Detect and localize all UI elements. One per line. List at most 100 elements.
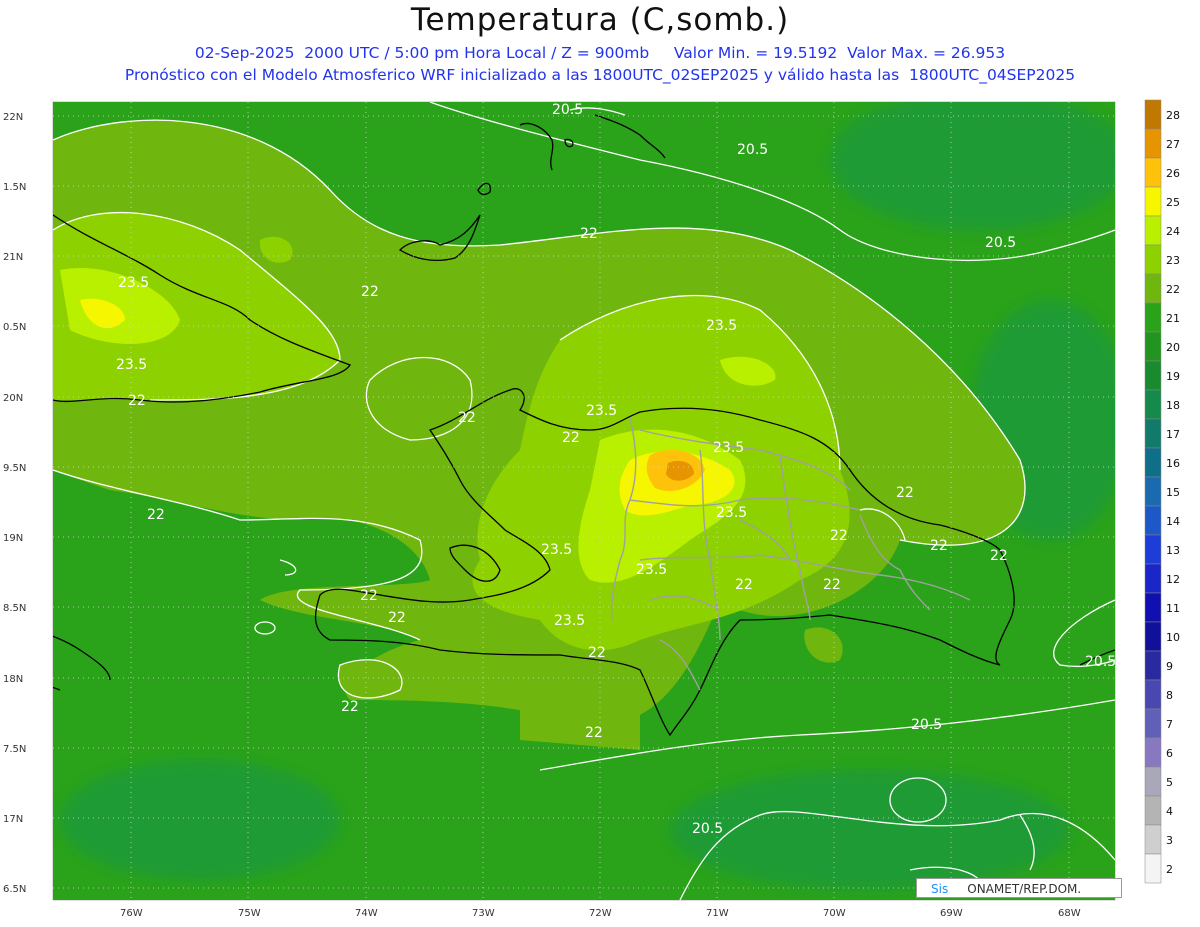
contour-label: 23.5	[554, 613, 585, 629]
colorbar-label: 3	[1166, 834, 1173, 847]
contour-label: 23.5	[118, 275, 149, 291]
lat-tick-label: 7.5N	[3, 744, 26, 755]
colorbar-label: 10	[1166, 631, 1180, 644]
contour-label: 22	[562, 430, 580, 446]
contour-label: 22	[128, 393, 146, 409]
colorbar-swatch	[1144, 99, 1162, 130]
colorbar-label: 11	[1166, 602, 1180, 615]
colorbar-swatch	[1144, 621, 1162, 652]
colorbar-label: 24	[1166, 225, 1180, 238]
lat-tick-label: 0.5N	[3, 322, 26, 333]
contour-label: 20.5	[692, 821, 723, 837]
colorbar-swatch	[1144, 389, 1162, 420]
lat-tick-label: 18N	[3, 674, 23, 685]
lat-tick-label: 8.5N	[3, 603, 26, 614]
contour-label: 20.5	[911, 717, 942, 733]
colorbar-swatch	[1144, 186, 1162, 217]
colorbar-label: 7	[1166, 718, 1173, 731]
colorbar-swatch	[1144, 128, 1162, 159]
colorbar-swatch	[1144, 679, 1162, 710]
colorbar-swatch	[1144, 418, 1162, 449]
colorbar-label: 19	[1166, 370, 1180, 383]
contour-label: 23.5	[716, 505, 747, 521]
colorbar: 2827262524232221201918171615141312111098…	[1144, 99, 1180, 884]
colorbar-swatch	[1144, 157, 1162, 188]
colorbar-swatch	[1144, 244, 1162, 275]
contour-label: 22	[458, 410, 476, 426]
contour-label: 22	[147, 507, 165, 523]
colorbar-swatch	[1144, 331, 1162, 362]
colorbar-label: 23	[1166, 254, 1180, 267]
lat-tick-label: 20N	[3, 393, 23, 404]
colorbar-label: 22	[1166, 283, 1180, 296]
contour-label: 22	[360, 588, 378, 604]
colorbar-label: 9	[1166, 660, 1173, 673]
lat-tick-label: 19N	[3, 533, 23, 544]
colorbar-swatch	[1144, 795, 1162, 826]
colorbar-label: 25	[1166, 196, 1180, 209]
contour-label: 22	[585, 725, 603, 741]
credit-label: Sis ONAMET/REP.DOM.	[916, 878, 1122, 898]
colorbar-label: 14	[1166, 515, 1180, 528]
contour-label: 20.5	[737, 142, 768, 158]
colorbar-label: 15	[1166, 486, 1180, 499]
colorbar-swatch	[1144, 302, 1162, 333]
contour-label: 23.5	[636, 562, 667, 578]
colorbar-label: 13	[1166, 544, 1180, 557]
colorbar-swatch	[1144, 447, 1162, 478]
contour-label: 22	[896, 485, 914, 501]
colorbar-swatch	[1144, 563, 1162, 594]
colorbar-label: 6	[1166, 747, 1173, 760]
colorbar-swatch	[1144, 650, 1162, 681]
lon-tick-label: 68W	[1058, 908, 1081, 919]
colorbar-swatch	[1144, 215, 1162, 246]
contour-label: 20.5	[1085, 654, 1116, 670]
contour-label: 22	[388, 610, 406, 626]
colorbar-label: 17	[1166, 428, 1180, 441]
colorbar-label: 8	[1166, 689, 1173, 702]
colorbar-swatch	[1144, 824, 1162, 855]
colorbar-swatch	[1144, 360, 1162, 391]
contour-label: 20.5	[985, 235, 1016, 251]
contour-label: 22	[588, 645, 606, 661]
lon-tick-label: 75W	[238, 908, 261, 919]
lon-tick-label: 74W	[355, 908, 378, 919]
lat-tick-label: 21N	[3, 252, 23, 263]
contour-label: 22	[823, 577, 841, 593]
contour-label: 22	[830, 528, 848, 544]
lat-tick-label: 17N	[3, 814, 23, 825]
colorbar-swatch	[1144, 476, 1162, 507]
lat-tick-label: 6.5N	[3, 884, 26, 895]
contour-label: 20.5	[552, 102, 583, 118]
contour-label: 22	[735, 577, 753, 593]
colorbar-swatch	[1144, 766, 1162, 797]
colorbar-label: 27	[1166, 138, 1180, 151]
colorbar-swatch	[1144, 737, 1162, 768]
credit-part2: ONAMET/REP.DOM.	[967, 882, 1082, 896]
lat-tick-label: 22N	[3, 112, 23, 123]
colorbar-label: 26	[1166, 167, 1180, 180]
contour-label: 22	[341, 699, 359, 715]
colorbar-label: 5	[1166, 776, 1173, 789]
lon-tick-label: 73W	[472, 908, 495, 919]
contour-label: 22	[930, 538, 948, 554]
colorbar-label: 28	[1166, 109, 1180, 122]
colorbar-label: 20	[1166, 341, 1180, 354]
contour-label: 23.5	[706, 318, 737, 334]
colorbar-swatch	[1144, 853, 1162, 884]
temperature-field	[53, 102, 1115, 900]
contour-label: 22	[580, 226, 598, 242]
lon-tick-label: 72W	[589, 908, 612, 919]
contour-label: 23.5	[541, 542, 572, 558]
lat-tick-label: 9.5N	[3, 463, 26, 474]
contour-label: 23.5	[116, 357, 147, 373]
contour-label: 23.5	[586, 403, 617, 419]
colorbar-label: 2	[1166, 863, 1173, 876]
contour-label: 22	[361, 284, 379, 300]
contour-label: 23.5	[713, 440, 744, 456]
credit-part1: Sis	[931, 882, 949, 896]
lon-tick-label: 69W	[940, 908, 963, 919]
colorbar-swatch	[1144, 505, 1162, 536]
lon-tick-label: 70W	[823, 908, 846, 919]
colorbar-swatch	[1144, 708, 1162, 739]
